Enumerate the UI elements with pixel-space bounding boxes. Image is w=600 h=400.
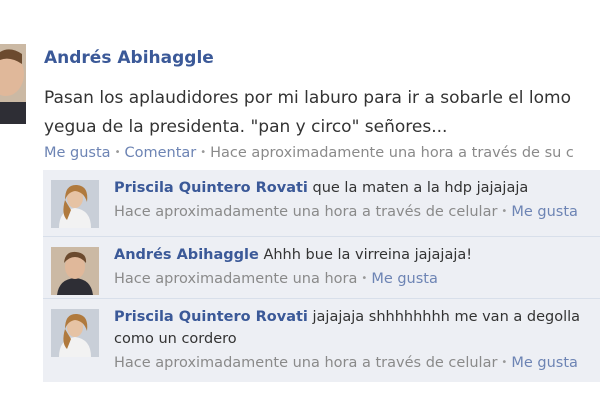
comment-author[interactable]: Priscila Quintero Rovati [114, 309, 308, 325]
commenter-avatar[interactable] [51, 309, 99, 357]
comment-item: Priscila Quintero Rovati que la maten a … [43, 170, 600, 236]
female-portrait-photo [51, 309, 99, 357]
post-timestamp[interactable]: Hace aproximadamente una hora a través d… [210, 145, 574, 161]
comment-item: Andrés Abihaggle Ahhh bue la virreina ja… [43, 236, 600, 299]
comment-body: Andrés Abihaggle Ahhh bue la virreina ja… [114, 244, 600, 290]
post-actions: Me gusta • Comentar • Hace aproximadamente u… [44, 145, 574, 161]
comment-author[interactable]: Priscila Quintero Rovati [114, 180, 308, 196]
comment-body: Priscila Quintero Rovati jajajaja shhhhh… [114, 306, 600, 374]
comment-like-link[interactable]: Me gusta [371, 271, 438, 287]
separator-dot: • [501, 357, 508, 368]
comment-link[interactable]: Comentar [124, 145, 196, 161]
post-author-name[interactable]: Andrés Abihaggle [44, 48, 214, 68]
post-text: Pasan los aplaudidores por mi laburo par… [44, 84, 600, 142]
comment-like-link[interactable]: Me gusta [511, 204, 578, 220]
post-author-avatar[interactable] [0, 44, 26, 124]
post-text-line-1: Pasan los aplaudidores por mi laburo par… [44, 88, 571, 108]
separator-dot: • [200, 147, 207, 158]
male-portrait-photo [51, 247, 99, 295]
comment-body: Priscila Quintero Rovati que la maten a … [114, 177, 600, 223]
like-link[interactable]: Me gusta [44, 145, 111, 161]
comment-text-line-2: como un cordero [114, 331, 237, 347]
post-text-line-2: yegua de la presidenta. "pan y circo" se… [44, 117, 448, 137]
comment-text: que la maten a la hdp jajajaja [312, 180, 529, 196]
separator-dot: • [114, 147, 121, 158]
comment-timestamp[interactable]: Hace aproximadamente una hora a través d… [114, 204, 497, 220]
separator-dot: • [361, 273, 368, 284]
commenter-avatar[interactable] [51, 180, 99, 228]
separator-dot: • [501, 206, 508, 217]
male-portrait-photo [0, 44, 26, 124]
comment-text: jajajaja shhhhhhhh me van a degolla [312, 309, 581, 325]
comment-timestamp[interactable]: Hace aproximadamente una hora a través d… [114, 355, 497, 371]
comment-author[interactable]: Andrés Abihaggle [114, 247, 259, 263]
comment-timestamp[interactable]: Hace aproximadamente una hora [114, 271, 357, 287]
comment-like-link[interactable]: Me gusta [511, 355, 578, 371]
comment-item: Priscila Quintero Rovati jajajaja shhhhh… [43, 298, 600, 383]
comments-list: Priscila Quintero Rovati que la maten a … [43, 170, 600, 382]
female-portrait-photo [51, 180, 99, 228]
commenter-avatar[interactable] [51, 247, 99, 295]
comment-text: Ahhh bue la virreina jajajaja! [263, 247, 473, 263]
